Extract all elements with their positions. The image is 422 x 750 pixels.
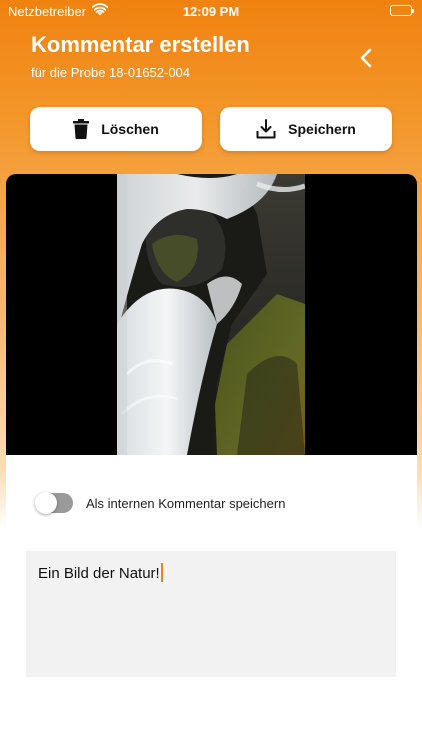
internal-comment-label: Als internen Kommentar speichern <box>86 495 286 511</box>
chevron-left-icon <box>360 48 372 68</box>
delete-button[interactable]: Löschen <box>30 107 202 151</box>
save-button-label: Speichern <box>288 121 356 137</box>
internal-comment-toggle[interactable] <box>35 492 73 514</box>
download-icon <box>256 119 276 139</box>
comment-textarea[interactable]: Ein Bild der Natur! <box>26 551 396 677</box>
status-time: 12:09 PM <box>182 4 240 19</box>
save-button[interactable]: Speichern <box>220 107 392 151</box>
toggle-knob <box>35 492 57 514</box>
waterfall-photo <box>117 174 305 455</box>
comment-screen: Netzbetreiber 12:09 PM Kommentar erstell… <box>0 0 422 750</box>
page-subtitle: für die Probe 18-01652-004 <box>31 65 191 80</box>
delete-button-label: Löschen <box>101 121 159 137</box>
text-caret <box>160 563 163 582</box>
back-button[interactable] <box>352 44 382 72</box>
photo-preview[interactable] <box>6 174 417 455</box>
trash-icon <box>73 119 90 139</box>
comment-text: Ein Bild der Natur! <box>38 565 160 582</box>
battery-icon <box>390 5 414 16</box>
status-bar: Netzbetreiber 12:09 PM <box>0 0 422 24</box>
page-title: Kommentar erstellen <box>31 32 250 57</box>
internal-comment-toggle-row: Als internen Kommentar speichern <box>35 492 286 514</box>
